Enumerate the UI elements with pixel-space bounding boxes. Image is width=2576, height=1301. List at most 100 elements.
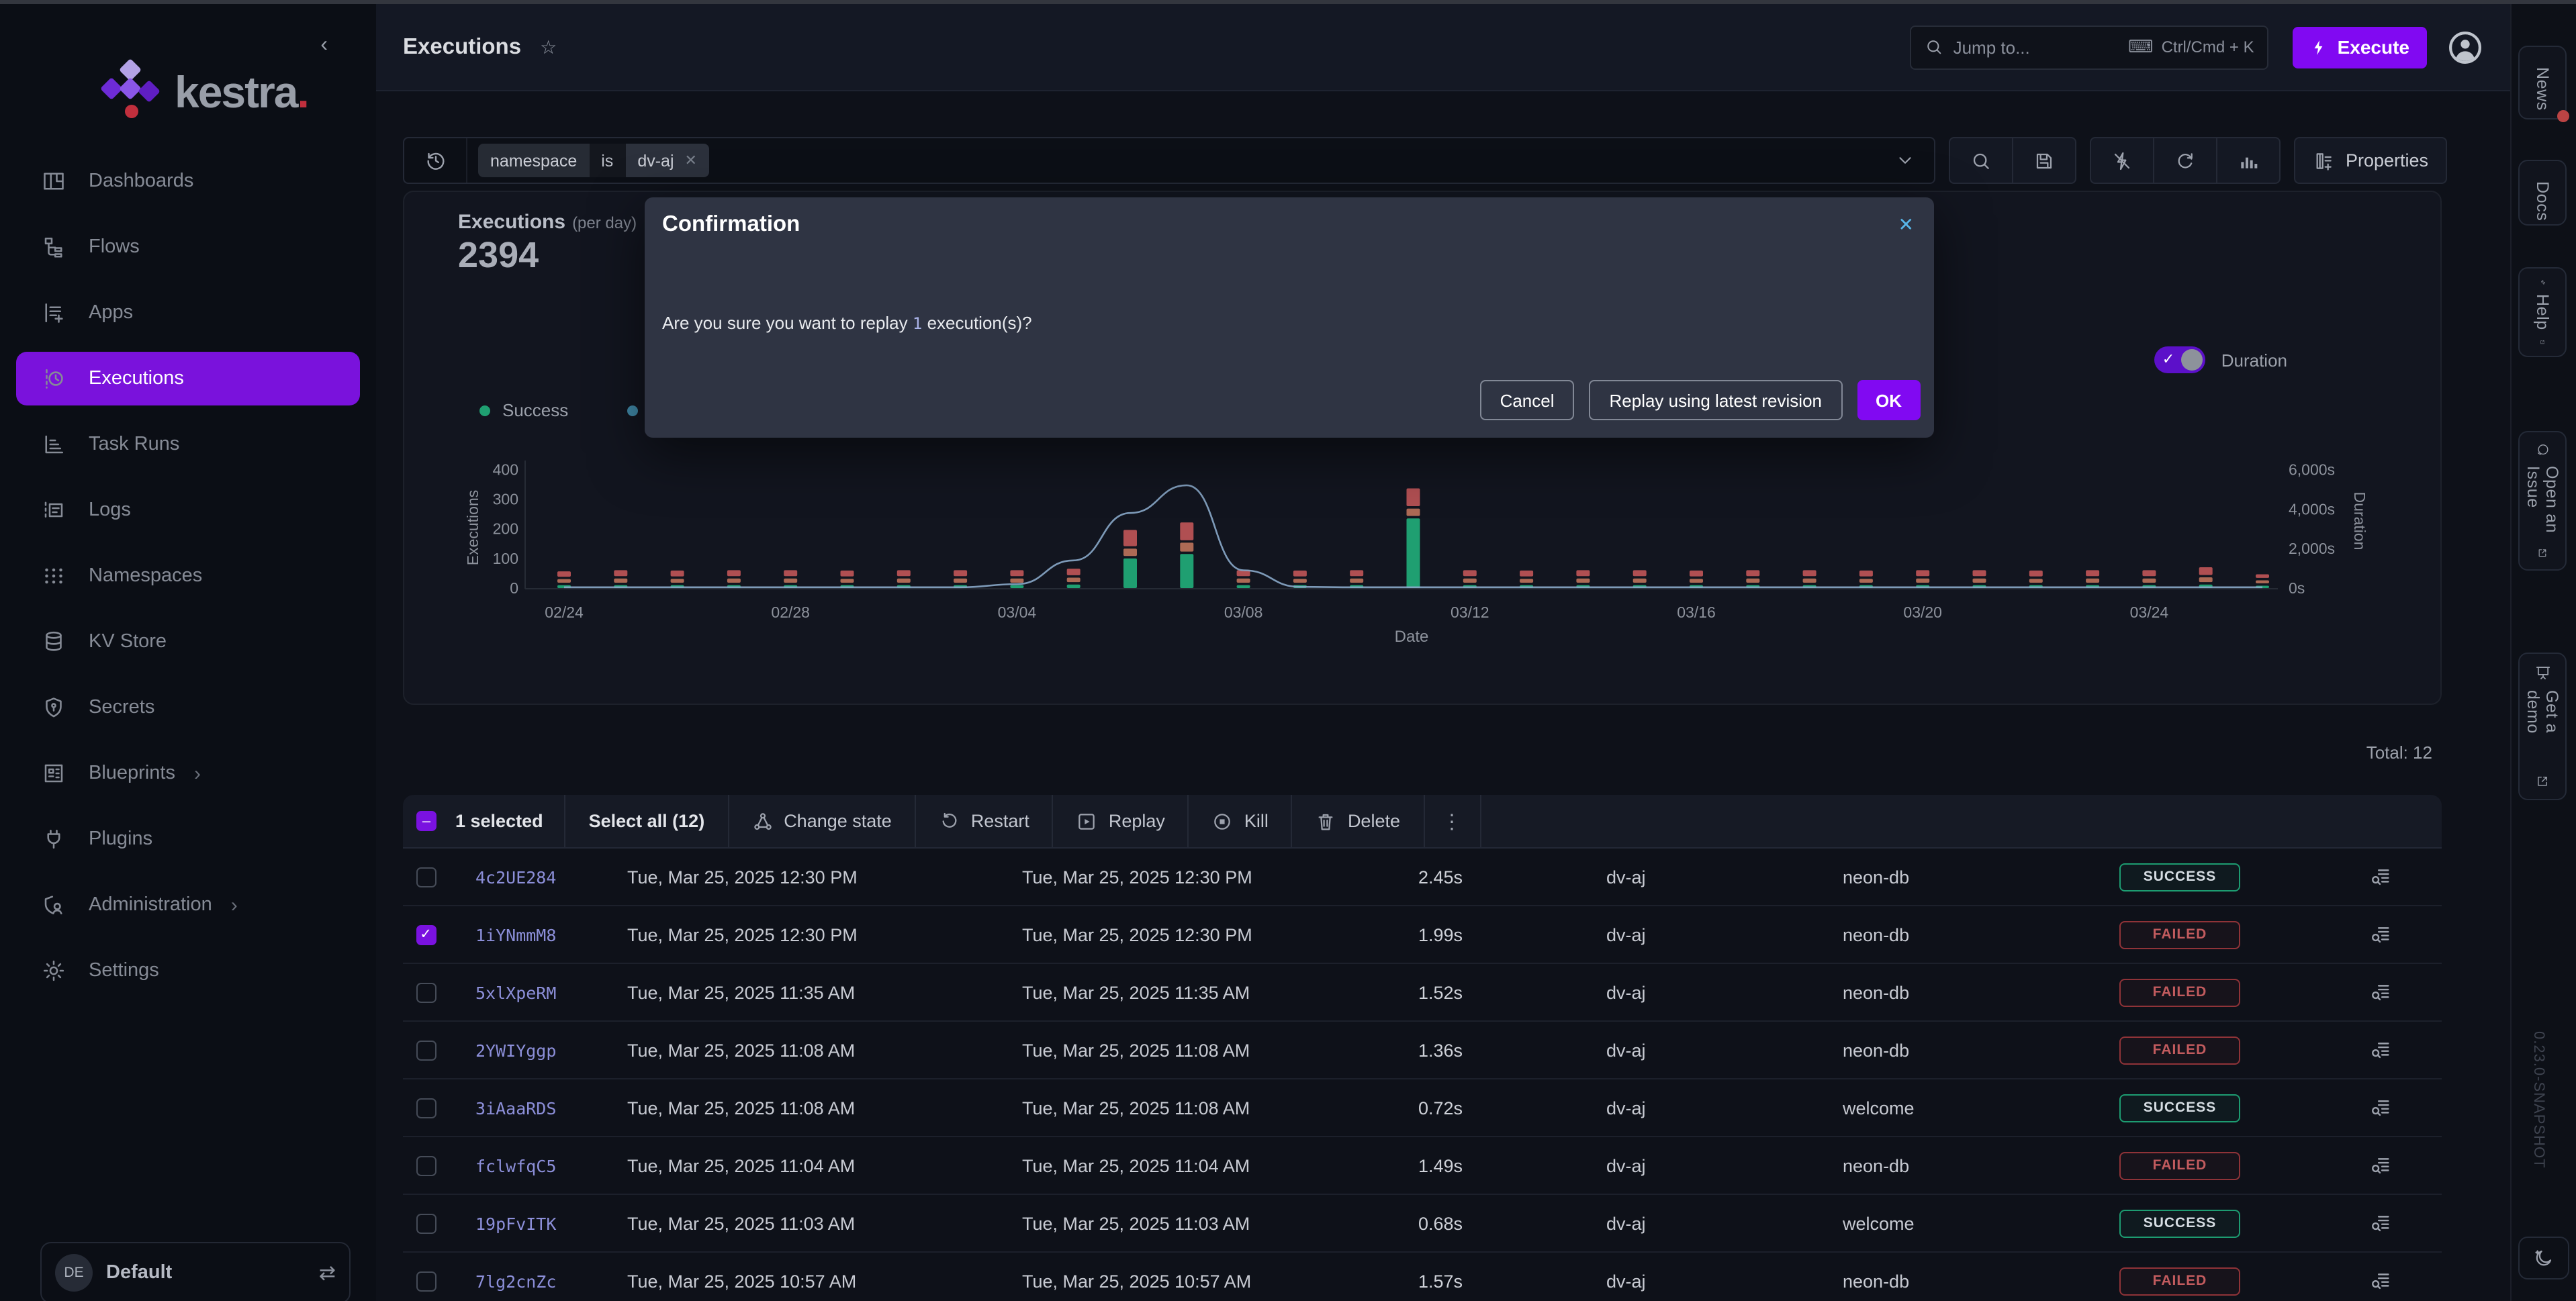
row-checkbox[interactable] xyxy=(416,1155,436,1175)
sidebar-collapse-icon[interactable]: ‹ xyxy=(320,34,328,58)
table-row[interactable]: ✓ 1iYNmmM8 Tue, Mar 25, 2025 12:30 PM Tu… xyxy=(403,906,2442,964)
replay-count: 1 xyxy=(913,314,922,333)
filter-history-icon[interactable] xyxy=(404,138,467,183)
search-shortcut: ⌨Ctrl/Cmd + K xyxy=(2128,37,2254,57)
table-row[interactable]: 19pFvITK Tue, Mar 25, 2025 11:03 AM Tue,… xyxy=(403,1195,2442,1253)
execution-id-link[interactable]: fclwfqC5 xyxy=(449,1155,610,1175)
properties-button[interactable]: Properties xyxy=(2295,137,2447,184)
search-input[interactable]: Jump to... ⌨Ctrl/Cmd + K xyxy=(1911,25,2269,69)
delete-button[interactable]: Delete xyxy=(1291,795,1423,847)
sidebar-item-blueprints[interactable]: Blueprints › xyxy=(16,746,360,800)
row-checkbox[interactable] xyxy=(416,1213,436,1233)
start-date: Tue, Mar 25, 2025 11:03 AM xyxy=(610,1213,1005,1233)
row-checkbox[interactable]: ✓ xyxy=(416,924,436,945)
restart-button[interactable]: Restart xyxy=(915,795,1052,847)
row-checkbox[interactable] xyxy=(416,1098,436,1118)
refresh-button[interactable] xyxy=(2154,138,2217,183)
row-overview-icon[interactable] xyxy=(2369,1096,2442,1119)
execution-id-link[interactable]: 5xlXpeRM xyxy=(449,982,610,1002)
kestra-logo[interactable]: kestra. xyxy=(102,58,308,128)
execution-id-link[interactable]: 2YWIYggp xyxy=(449,1040,610,1060)
filter-chip-field[interactable]: namespace xyxy=(478,144,589,177)
tenant-selector[interactable]: DE Default ⇄ xyxy=(40,1242,351,1301)
replay-button[interactable]: Replay xyxy=(1052,795,1188,847)
get-a-demo-button[interactable]: Get a demo xyxy=(2518,653,2567,800)
modal-message: Are you sure you want to replay 1 execut… xyxy=(662,313,1032,333)
select-all-button[interactable]: Select all (12) xyxy=(566,795,728,847)
row-overview-icon[interactable] xyxy=(2369,1212,2442,1235)
execution-id-link[interactable]: 3iAaaRDS xyxy=(449,1098,610,1118)
sidebar-item-kv-store[interactable]: KV Store xyxy=(16,615,360,669)
row-overview-icon[interactable] xyxy=(2369,923,2442,946)
moon-stars-icon xyxy=(2533,1247,2555,1269)
table-row[interactable]: 4c2UE284 Tue, Mar 25, 2025 12:30 PM Tue,… xyxy=(403,849,2442,906)
execution-id-link[interactable]: 19pFvITK xyxy=(449,1213,610,1233)
execute-button[interactable]: Execute xyxy=(2293,26,2427,68)
filter-chip-value[interactable]: dv-aj✕ xyxy=(625,144,709,177)
table-row[interactable]: 7lg2cnZc Tue, Mar 25, 2025 10:57 AM Tue,… xyxy=(403,1253,2442,1301)
sidebar-item-logs[interactable]: Logs xyxy=(16,483,360,537)
logs-icon xyxy=(40,497,67,524)
table-row[interactable]: 3iAaaRDS Tue, Mar 25, 2025 11:08 AM Tue,… xyxy=(403,1079,2442,1137)
select-all-checkbox[interactable]: – xyxy=(416,811,436,831)
chip-remove-icon[interactable]: ✕ xyxy=(685,152,697,169)
more-actions-button[interactable]: ⋮ xyxy=(1423,795,1479,847)
play-box-icon xyxy=(1076,810,1098,832)
row-overview-icon[interactable] xyxy=(2369,981,2442,1004)
row-overview-icon[interactable] xyxy=(2369,1039,2442,1061)
sidebar-item-executions[interactable]: Executions xyxy=(16,352,360,405)
row-overview-icon[interactable] xyxy=(2369,865,2442,888)
sidebar-item-namespaces[interactable]: Namespaces xyxy=(16,549,360,603)
filter-input[interactable]: namespace is dv-aj✕ xyxy=(403,137,1936,184)
sidebar-item-secrets[interactable]: Secrets xyxy=(16,681,360,734)
flows-icon xyxy=(40,234,67,260)
sidebar-item-administration[interactable]: Administration › xyxy=(16,878,360,932)
table-row[interactable]: 2YWIYggp Tue, Mar 25, 2025 11:08 AM Tue,… xyxy=(403,1022,2442,1079)
replay-latest-revision-button[interactable]: Replay using latest revision xyxy=(1590,380,1843,420)
row-checkbox[interactable] xyxy=(416,1040,436,1060)
table-row[interactable]: fclwfqC5 Tue, Mar 25, 2025 11:04 AM Tue,… xyxy=(403,1137,2442,1195)
blueprints-icon xyxy=(40,760,67,787)
svg-text:03/16: 03/16 xyxy=(1677,604,1716,621)
filter-search-button[interactable] xyxy=(1951,138,2013,183)
row-overview-icon[interactable] xyxy=(2369,1154,2442,1177)
sidebar-item-task-runs[interactable]: Task Runs xyxy=(16,418,360,471)
row-checkbox[interactable] xyxy=(416,982,436,1002)
auto-refresh-off-button[interactable] xyxy=(2092,138,2154,183)
ok-button[interactable]: OK xyxy=(1857,380,1921,420)
svg-text:6,000s: 6,000s xyxy=(2289,461,2335,478)
open-an-issue-button[interactable]: Open an Issue xyxy=(2518,431,2567,571)
execution-id-link[interactable]: 7lg2cnZc xyxy=(449,1271,610,1291)
execution-id-link[interactable]: 4c2UE284 xyxy=(449,867,610,887)
modal-close-icon[interactable]: ✕ xyxy=(1898,213,1914,236)
search-placeholder: Jump to... xyxy=(1953,37,2030,57)
help-button[interactable]: Help xyxy=(2518,267,2567,357)
sidebar-item-dashboards[interactable]: Dashboards xyxy=(16,154,360,208)
sidebar-item-apps[interactable]: Apps xyxy=(16,286,360,340)
presentation-icon xyxy=(2532,665,2552,681)
sidebar-item-settings[interactable]: Settings xyxy=(16,944,360,998)
news-button[interactable]: News xyxy=(2518,46,2567,119)
filter-dropdown-chevron-icon[interactable] xyxy=(1877,150,1935,171)
favorite-star-icon[interactable]: ☆ xyxy=(540,36,557,58)
flow: neon-db xyxy=(1843,1040,2115,1060)
row-checkbox[interactable] xyxy=(416,867,436,887)
kill-button[interactable]: Kill xyxy=(1188,795,1291,847)
user-avatar[interactable] xyxy=(2448,30,2482,64)
theme-toggle-button[interactable] xyxy=(2518,1237,2569,1280)
table-row[interactable]: 5xlXpeRM Tue, Mar 25, 2025 11:35 AM Tue,… xyxy=(403,964,2442,1022)
status-badge: FAILED xyxy=(2119,978,2240,1006)
change-state-button[interactable]: Change state xyxy=(727,795,915,847)
bar-chart-button[interactable] xyxy=(2217,138,2280,183)
tenant-switch-icon[interactable]: ⇄ xyxy=(319,1261,336,1285)
duration: 0.72s xyxy=(1394,1098,1463,1118)
cancel-button[interactable]: Cancel xyxy=(1480,380,1575,420)
sidebar-item-plugins[interactable]: Plugins xyxy=(16,812,360,866)
filter-chip-operator[interactable]: is xyxy=(589,144,625,177)
sidebar-item-flows[interactable]: Flows xyxy=(16,220,360,274)
row-overview-icon[interactable] xyxy=(2369,1269,2442,1292)
row-checkbox[interactable] xyxy=(416,1271,436,1291)
docs-button[interactable]: Docs xyxy=(2518,160,2567,226)
filter-save-button[interactable] xyxy=(2013,138,2076,183)
execution-id-link[interactable]: 1iYNmmM8 xyxy=(449,924,610,945)
